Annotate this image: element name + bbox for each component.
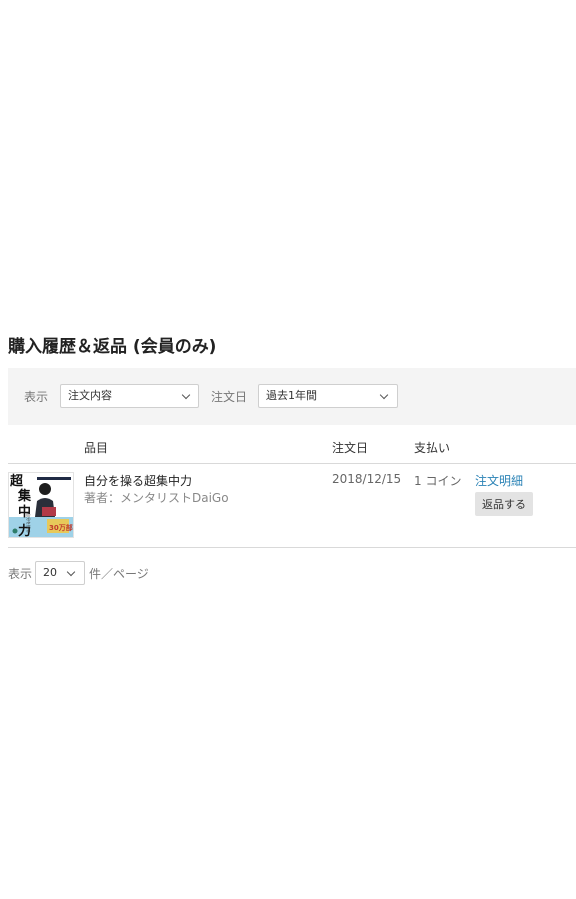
return-button[interactable]: 返品する bbox=[475, 492, 533, 516]
date-filter-value: 過去1年間 bbox=[266, 389, 317, 402]
filter-bar: 表示 注文内容 注文日 過去1年間 bbox=[8, 368, 576, 425]
per-page-select[interactable]: 20 bbox=[35, 561, 85, 585]
pager-display-label: 表示 bbox=[8, 567, 33, 581]
date-filter-label: 注文日 bbox=[211, 390, 248, 404]
cover-badge: 30万部 bbox=[49, 523, 73, 532]
date-filter-select[interactable]: 過去1年間 bbox=[258, 384, 398, 408]
chevron-down-icon bbox=[379, 390, 389, 400]
column-header-item: 品目 bbox=[84, 441, 109, 455]
book-cover-art: 超 集 中 力 自分を操る 30万部 bbox=[9, 473, 73, 537]
order-detail-link[interactable]: 注文明細 bbox=[475, 472, 523, 489]
payment-amount: 1 コイン bbox=[414, 474, 462, 488]
display-filter-select[interactable]: 注文内容 bbox=[60, 384, 199, 408]
table-bottom-divider bbox=[8, 547, 576, 548]
cover-title-char: 集 bbox=[17, 488, 32, 504]
table-header-divider bbox=[8, 463, 576, 464]
chevron-down-icon bbox=[181, 390, 191, 400]
column-header-payment: 支払い bbox=[414, 441, 451, 455]
cover-subtitle: 自分を操る bbox=[26, 513, 32, 533]
cover-title-char: 超 bbox=[10, 473, 24, 489]
pager-suffix-label: 件／ページ bbox=[89, 567, 149, 581]
order-date: 2018/12/15 bbox=[332, 472, 402, 486]
chevron-down-icon bbox=[66, 567, 76, 577]
item-title[interactable]: 自分を操る超集中力 bbox=[84, 472, 192, 489]
page-title: 購入履歴＆返品 (会員のみ) bbox=[8, 337, 217, 357]
publisher-logo-icon bbox=[12, 528, 18, 534]
book-cover-image[interactable]: 超 集 中 力 自分を操る 30万部 bbox=[8, 472, 74, 538]
column-header-order-date: 注文日 bbox=[332, 441, 369, 455]
display-filter-value: 注文内容 bbox=[68, 389, 112, 402]
per-page-value: 20 bbox=[43, 566, 57, 579]
display-filter-label: 表示 bbox=[24, 390, 49, 404]
item-author: 著者：メンタリストDaiGo bbox=[84, 491, 229, 505]
